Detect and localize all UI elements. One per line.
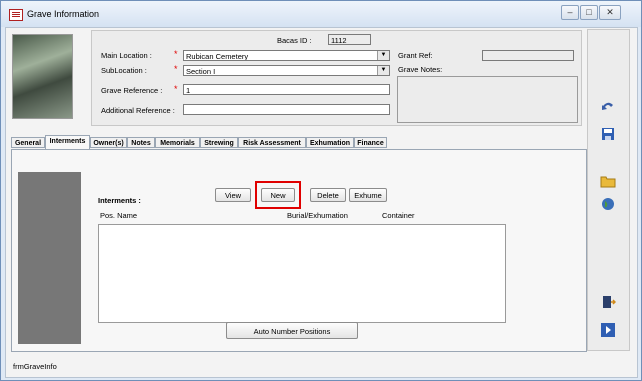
save-icon[interactable]	[600, 126, 616, 142]
maximize-button[interactable]: □	[580, 5, 598, 20]
grant-ref-label: Grant Ref:	[398, 51, 433, 60]
main-location-label: Main Location :	[101, 51, 152, 60]
globe-icon[interactable]	[600, 196, 616, 212]
view-button[interactable]: View	[215, 188, 251, 202]
tab-owners[interactable]: Owner(s)	[90, 137, 127, 148]
close-button[interactable]: ✕	[599, 5, 621, 20]
grave-reference-label: Grave Reference :	[101, 86, 163, 95]
grave-reference-input[interactable]: 1	[183, 84, 390, 95]
chevron-down-icon[interactable]: ▼	[377, 66, 389, 75]
sublocation-label: SubLocation :	[101, 66, 147, 75]
chevron-down-icon[interactable]: ▼	[377, 51, 389, 60]
minimize-button[interactable]: –	[561, 5, 579, 20]
tab-strewing[interactable]: Strewing	[200, 137, 238, 148]
tab-interments[interactable]: Interments	[45, 135, 90, 149]
tab-memorials[interactable]: Memorials	[155, 137, 200, 148]
highlight-box	[255, 181, 301, 209]
folder-icon[interactable]	[600, 173, 616, 189]
column-container[interactable]: Container	[382, 211, 415, 220]
delete-button[interactable]: Delete	[310, 188, 346, 202]
auto-number-positions-button[interactable]: Auto Number Positions	[226, 322, 358, 339]
exit-door-icon[interactable]	[600, 294, 616, 310]
window-title: Grave Information	[27, 9, 100, 19]
required-marker: *	[174, 64, 178, 74]
grave-notes-label: Grave Notes:	[398, 65, 443, 74]
required-marker: *	[174, 49, 178, 59]
undo-icon[interactable]	[600, 98, 616, 114]
bacas-id-label: Bacas ID :	[277, 36, 312, 45]
tab-exhumation[interactable]: Exhumation	[306, 137, 354, 148]
form-icon	[9, 9, 23, 21]
grave-information-window: Grave Information – □ ✕ Bacas ID : 1112 …	[0, 0, 642, 381]
form-name-label: frmGraveInfo	[13, 362, 57, 371]
tab-risk-assessment[interactable]: Risk Assessment	[238, 137, 306, 148]
image-placeholder-panel	[18, 172, 81, 344]
next-record-icon[interactable]	[600, 322, 616, 338]
grave-notes-box[interactable]	[397, 76, 578, 123]
interments-list-header: Pos. Name Burial/Exhumation Container	[98, 209, 504, 222]
interments-label: Interments :	[98, 196, 141, 205]
tab-finance[interactable]: Finance	[354, 137, 387, 148]
additional-reference-label: Additional Reference :	[101, 106, 175, 115]
grant-ref-field[interactable]	[482, 50, 574, 61]
bacas-id-field: 1112	[328, 34, 371, 45]
column-burial-exhumation[interactable]: Burial/Exhumation	[287, 211, 348, 220]
main-location-value: Rubican Cemetery	[186, 52, 249, 61]
additional-reference-input[interactable]	[183, 104, 390, 115]
interments-list[interactable]	[98, 224, 506, 323]
status-bar: frmGraveInfo	[5, 357, 636, 375]
sublocation-value: Section I	[186, 67, 216, 76]
column-pos-name[interactable]: Pos. Name	[100, 211, 137, 220]
sublocation-dropdown[interactable]: Section I ▼	[183, 65, 390, 76]
tab-notes[interactable]: Notes	[127, 137, 155, 148]
tab-general[interactable]: General	[11, 137, 45, 148]
exhume-button[interactable]: Exhume	[349, 188, 387, 202]
grave-photo[interactable]	[12, 34, 73, 119]
toolbar	[587, 29, 630, 351]
title-bar: Grave Information – □ ✕	[1, 1, 641, 27]
main-location-dropdown[interactable]: Rubican Cemetery ▼	[183, 50, 390, 61]
required-marker: *	[174, 84, 178, 94]
